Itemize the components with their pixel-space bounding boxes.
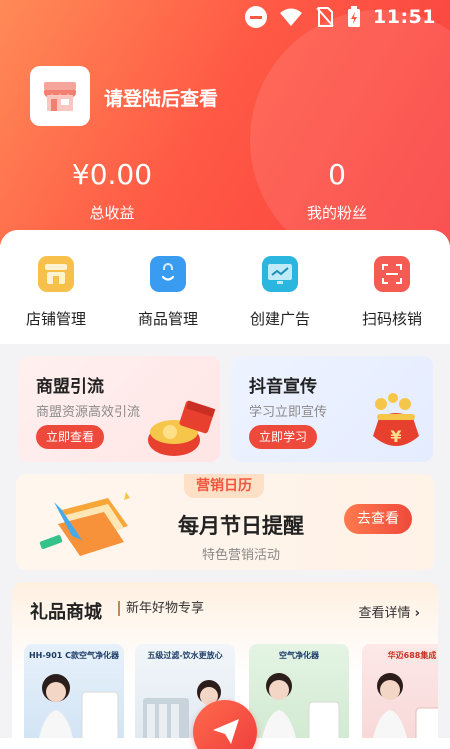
promo-douyin-title: 抖音宣传 (249, 377, 317, 397)
mall-subtitle: 新年好物专享 (118, 601, 204, 616)
calendar-title: 每月节日提醒 (178, 514, 304, 538)
quick-product-label: 商品管理 (137, 310, 198, 328)
status-bar: 11:51 (0, 0, 450, 36)
product-caption: 华迈688集成 (387, 651, 437, 660)
mall-more-label: 查看详情 (358, 606, 411, 621)
quick-create-ad[interactable]: 创建广告 (224, 256, 336, 329)
mall-more-link[interactable]: 查看详情 › (358, 602, 420, 621)
header-decoration (250, 10, 450, 262)
quick-product-manage[interactable]: 商品管理 (112, 256, 224, 329)
product-image (370, 673, 438, 749)
svg-text:¥: ¥ (390, 427, 401, 446)
status-time: 11:51 (373, 6, 436, 28)
stat-total-earnings[interactable]: ¥0.00 总收益 (47, 158, 177, 223)
calendar-book-icon (39, 492, 130, 556)
quick-scan-label: 扫码核销 (361, 310, 422, 328)
wifi-icon (280, 8, 303, 26)
total-earnings-value: ¥0.00 (71, 158, 153, 191)
quick-actions: 店铺管理 商品管理 创建广告 扫码核销 (0, 230, 450, 344)
my-fans-label: 我的粉丝 (306, 204, 367, 222)
product-caption: HH-901 C款空气净化器 (28, 651, 120, 660)
money-bag-icon: ¥ (373, 393, 419, 446)
store-avatar[interactable] (30, 66, 90, 126)
battery-charging-icon (348, 6, 361, 27)
promo-card-alliance[interactable]: 商盟引流 商盟资源高效引流 立即查看 (18, 356, 220, 462)
promo-alliance-subtitle: 商盟资源高效引流 (36, 405, 141, 420)
product-card[interactable]: 空气净化器 (249, 644, 349, 749)
product-card[interactable]: 华迈688集成 (362, 644, 438, 749)
calendar-view-button[interactable]: 去查看 (344, 504, 412, 534)
chevron-right-icon: › (414, 606, 420, 621)
stat-my-fans[interactable]: 0 我的粉丝 (272, 158, 402, 223)
promo-douyin-button[interactable]: 立即学习 (249, 425, 318, 449)
product-card[interactable]: HH-901 C款空气净化器 (24, 644, 124, 749)
product-image (259, 673, 340, 749)
product-caption: 五级过滤-饮水更放心 (147, 651, 223, 660)
red-envelope-gift-icon (148, 400, 216, 456)
marketing-calendar-card[interactable]: 营销日历 每月节日提醒 特色营销活动 去查看 (16, 474, 434, 570)
promo-card-douyin[interactable]: 抖音宣传 学习立即宣传 立即学习 ¥ (231, 356, 433, 462)
my-fans-value: 0 (328, 158, 346, 191)
no-sim-icon (316, 7, 334, 27)
quick-store-label: 店铺管理 (25, 310, 86, 328)
product-image (36, 674, 119, 749)
chart-screen-icon (262, 256, 298, 292)
quick-scan-verify[interactable]: 扫码核销 (336, 256, 448, 329)
login-prompt[interactable]: 请登陆后查看 (104, 84, 218, 111)
quick-store-manage[interactable]: 店铺管理 (0, 256, 112, 329)
product-caption: 空气净化器 (279, 651, 319, 660)
calendar-subtitle: 特色营销活动 (201, 548, 280, 563)
total-earnings-label: 总收益 (89, 204, 135, 222)
quick-create-ad-label: 创建广告 (249, 310, 310, 328)
scan-icon (374, 256, 410, 292)
store-icon (38, 256, 74, 292)
do-not-disturb-icon (245, 6, 268, 28)
promo-alliance-button[interactable]: 立即查看 (36, 425, 105, 449)
mall-title: 礼品商城 (30, 602, 102, 623)
paper-plane-icon (213, 719, 239, 744)
promo-alliance-title: 商盟引流 (36, 377, 104, 397)
shopping-bag-icon (150, 256, 186, 292)
promo-douyin-subtitle: 学习立即宣传 (249, 405, 328, 420)
calendar-tag: 营销日历 (184, 474, 264, 498)
storefront-icon (44, 82, 76, 111)
